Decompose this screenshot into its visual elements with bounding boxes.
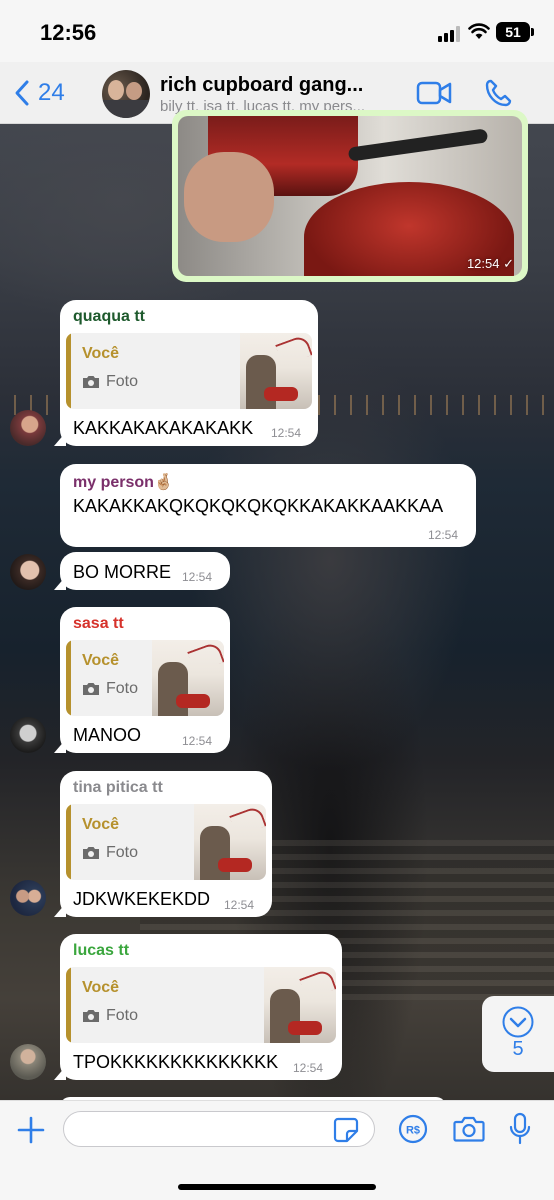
quoted-reply[interactable]: Você Foto <box>66 333 312 409</box>
sticker-icon[interactable] <box>333 1117 359 1143</box>
video-call-icon[interactable] <box>416 80 452 106</box>
message-time: 12:54 <box>271 426 302 440</box>
sender-avatar[interactable] <box>10 717 46 753</box>
message-text: JDKWKEKEKDD <box>73 889 211 909</box>
reply-author: Você <box>82 652 120 669</box>
camera-icon <box>83 683 99 695</box>
plus-icon[interactable] <box>16 1115 46 1145</box>
reply-bar <box>66 333 71 409</box>
unread-message-count: 5 <box>512 1038 524 1060</box>
reply-type: Foto <box>82 1007 138 1025</box>
status-time: 12:56 <box>40 20 97 45</box>
reply-thumbnail <box>152 640 224 716</box>
camera-icon <box>83 847 99 859</box>
incoming-message[interactable]: BO MORRE 12:54 <box>54 552 230 590</box>
reply-author: Você <box>82 816 120 833</box>
chevron-left-icon <box>15 80 29 106</box>
incoming-message[interactable]: quaqua tt Você Foto KAKKAKAKAKAKAKK 12:5… <box>54 300 318 446</box>
message-input[interactable] <box>63 1111 375 1147</box>
wifi-icon <box>468 23 490 39</box>
sender-name[interactable]: my person🤞🏼 <box>73 472 174 492</box>
message-text: MANOO <box>73 725 142 745</box>
reply-type: Foto <box>82 373 138 391</box>
status-bar: 12:56 51 <box>0 0 554 62</box>
camera-icon <box>83 376 99 388</box>
reply-type-label: Foto <box>106 844 139 861</box>
outgoing-image-message[interactable]: 12:54 ✓ <box>172 110 528 282</box>
message-text: BO MORRE <box>73 562 172 582</box>
reply-bar <box>66 967 71 1043</box>
reply-type-label: Foto <box>106 680 139 697</box>
avatar-bottom <box>102 100 150 118</box>
avatar-face-1 <box>108 80 124 100</box>
reply-author: Você <box>82 345 120 362</box>
back-button[interactable]: 24 <box>14 76 65 110</box>
message-text: KAKKAKAKAKAKAKK <box>73 418 254 438</box>
message-time: 12:54 <box>224 898 255 912</box>
reply-type: Foto <box>82 844 138 862</box>
microphone-icon[interactable] <box>508 1112 532 1146</box>
photo-pots[interactable] <box>178 116 522 276</box>
reply-thumbnail <box>240 333 312 409</box>
scroll-to-bottom-button[interactable]: 5 <box>482 996 554 1072</box>
svg-text:R$: R$ <box>406 1125 420 1137</box>
incoming-message[interactable]: lucas tt Você Foto TPOKKKKKKKKKKKKKK 12:… <box>54 934 342 1080</box>
message-composer: R$ <box>0 1100 554 1200</box>
reply-author: Você <box>82 979 120 996</box>
quoted-reply[interactable]: Você Foto <box>66 640 224 716</box>
avatar-face-2 <box>126 82 142 100</box>
message-time: 12:54 <box>428 528 459 542</box>
sender-avatar[interactable] <box>10 410 46 446</box>
photo-hand <box>184 152 274 242</box>
home-indicator <box>178 1184 376 1190</box>
sender-name[interactable]: tina pitica tt <box>73 779 163 797</box>
sender-avatar[interactable] <box>10 880 46 916</box>
unread-chats-count: 24 <box>38 79 65 106</box>
reply-bar <box>66 640 71 716</box>
incoming-message[interactable]: tina pitica tt Você Foto JDKWKEKEKDD 12:… <box>54 771 272 917</box>
sender-avatar[interactable] <box>10 554 46 590</box>
reply-bar <box>66 804 71 880</box>
image-time: 12:54 <box>466 256 500 271</box>
group-title[interactable]: rich cupboard gang... <box>160 74 400 97</box>
message-text: KAKAKKAKQKQKQKQKQKKAKAKKAAKKAA <box>73 496 444 516</box>
sender-avatar[interactable] <box>10 1044 46 1080</box>
reply-thumbnail <box>264 967 336 1043</box>
payment-icon[interactable]: R$ <box>398 1114 428 1144</box>
sender-name[interactable]: lucas tt <box>73 942 129 960</box>
reply-type: Foto <box>82 680 138 698</box>
group-avatar[interactable] <box>102 70 150 118</box>
reply-type-label: Foto <box>106 373 139 390</box>
message-time: 12:54 ✓ <box>466 256 514 271</box>
camera-icon[interactable] <box>453 1115 485 1143</box>
reply-thumbnail <box>194 804 266 880</box>
battery-indicator: 51 <box>496 22 530 42</box>
photo-pot-handle <box>347 128 489 162</box>
chevron-down-icon <box>502 1006 534 1038</box>
phone-call-icon[interactable] <box>484 78 512 108</box>
sender-name[interactable]: sasa tt <box>73 615 124 633</box>
camera-icon <box>83 1010 99 1022</box>
message-time: 12:54 <box>182 570 213 584</box>
incoming-message[interactable]: sasa tt Você Foto MANOO 12:54 <box>54 607 230 753</box>
quoted-reply[interactable]: Você Foto <box>66 967 336 1043</box>
reply-type-label: Foto <box>106 1007 139 1024</box>
incoming-message[interactable]: my person🤞🏼 KAKAKKAKQKQKQKQKQKKAKAKKAAKK… <box>60 464 476 547</box>
message-time: 12:54 <box>182 734 213 748</box>
battery-tip <box>531 28 534 36</box>
message-text: TPOKKKKKKKKKKKKKK <box>73 1052 279 1072</box>
quoted-reply[interactable]: Você Foto <box>66 804 266 880</box>
cellular-signal-icon <box>438 26 462 42</box>
message-time: 12:54 <box>293 1061 324 1075</box>
sender-name[interactable]: quaqua tt <box>73 308 145 326</box>
